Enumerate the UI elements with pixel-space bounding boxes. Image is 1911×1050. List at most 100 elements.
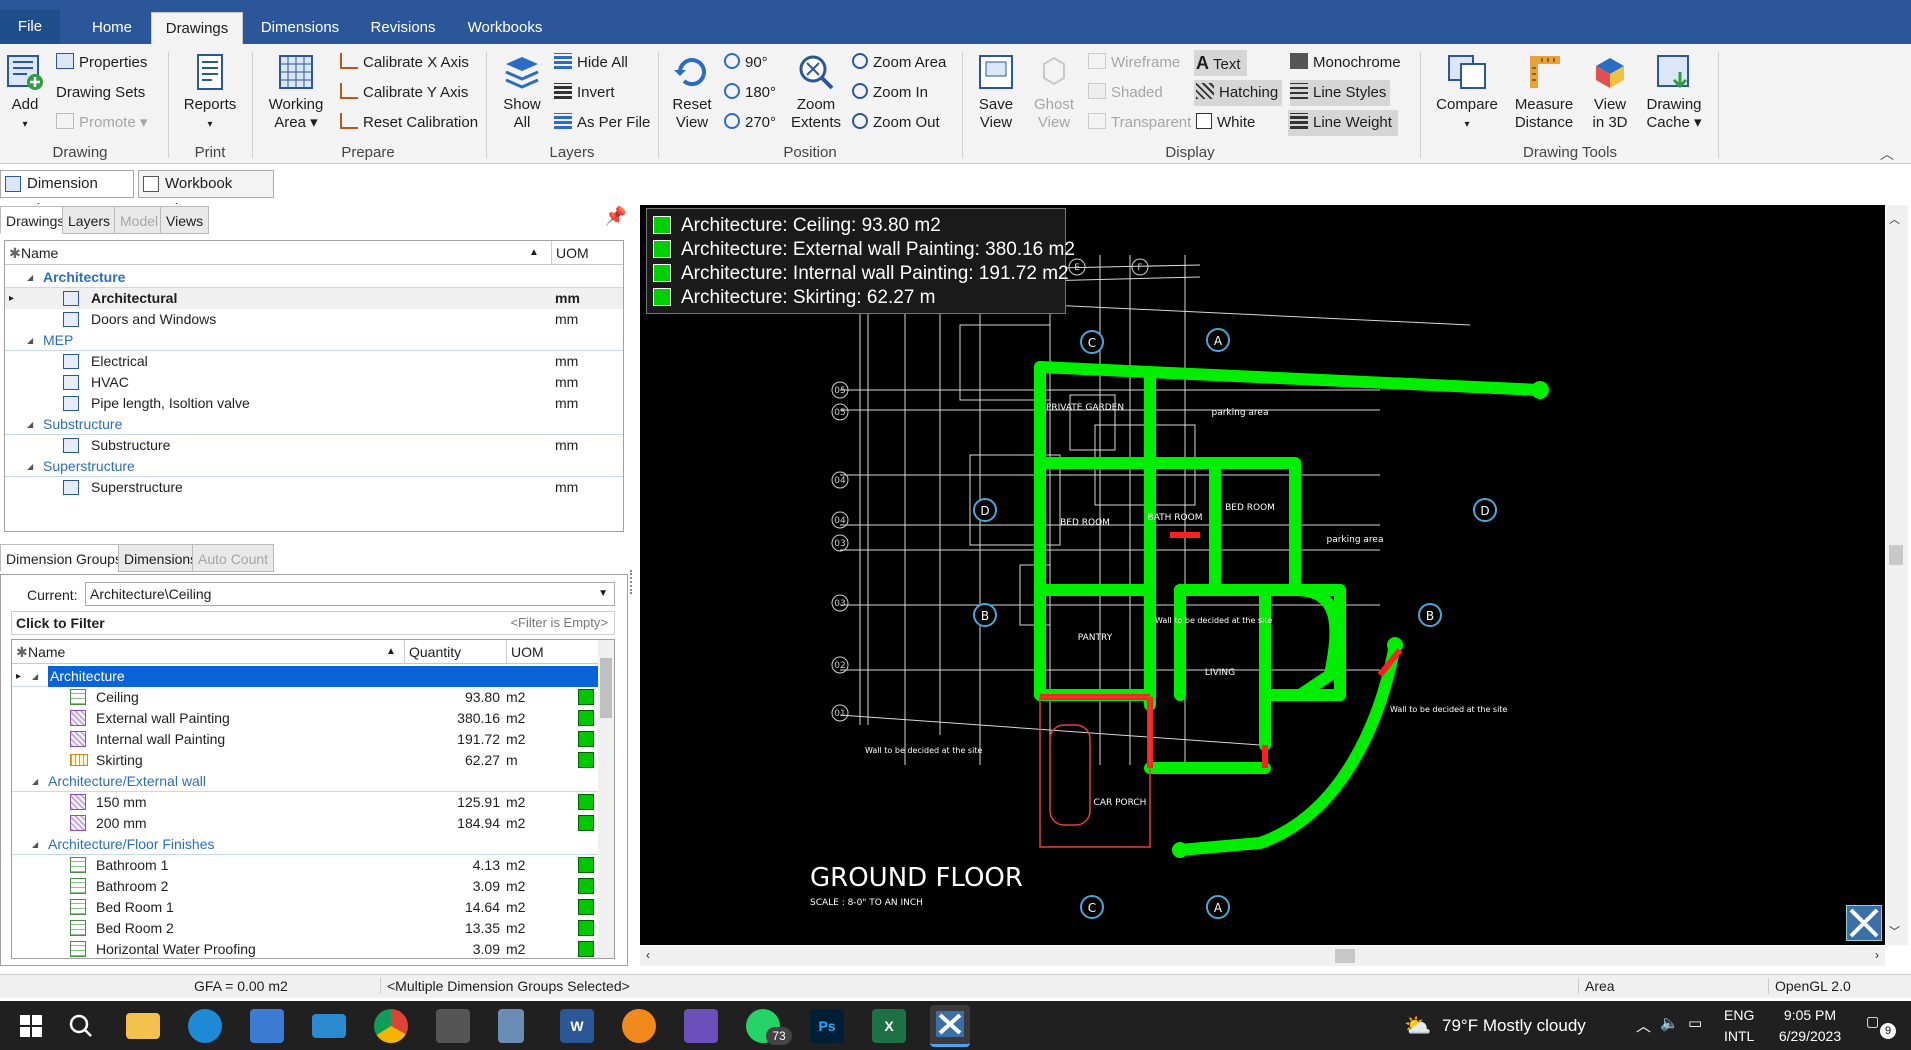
- weather-icon[interactable]: ⛅: [1404, 1013, 1434, 1038]
- scroll-right-icon[interactable]: ›: [1875, 948, 1879, 962]
- language-secondary[interactable]: INTL: [1724, 1028, 1754, 1044]
- compare-button[interactable]: Compare ▾: [1432, 52, 1502, 134]
- drawing-item-row[interactable]: HVAC mm: [5, 372, 623, 393]
- drawing-item-row[interactable]: Substructure mm: [5, 435, 623, 456]
- mail-icon[interactable]: [312, 1014, 346, 1038]
- add-button[interactable]: Add ▾: [2, 52, 48, 134]
- expand-icon[interactable]: ◢: [32, 666, 38, 687]
- splitter-handle[interactable]: [630, 570, 636, 594]
- expand-icon[interactable]: ◢: [32, 834, 38, 855]
- dimension-row[interactable]: 150 mm 125.91 m2: [12, 792, 600, 813]
- dimension-color-swatch[interactable]: [578, 899, 594, 915]
- app-swirl-icon[interactable]: [622, 1009, 656, 1043]
- dimension-group-row[interactable]: ◢ Architecture/Floor Finishes: [12, 834, 600, 855]
- invert-button[interactable]: Invert: [554, 80, 615, 106]
- monochrome-toggle[interactable]: Monochrome: [1290, 50, 1401, 76]
- tab-workbook-view[interactable]: Workbook View: [138, 170, 274, 218]
- dimension-row[interactable]: External wall Painting 380.16 m2: [12, 708, 600, 729]
- promote-button[interactable]: Promote ▾: [56, 110, 147, 136]
- shaded-button[interactable]: Shaded: [1088, 80, 1163, 106]
- scroll-left-icon[interactable]: ‹: [646, 948, 650, 962]
- app-icon[interactable]: [436, 1009, 470, 1043]
- filter-bar[interactable]: Click to Filter <Filter is Empty>: [11, 611, 615, 635]
- dimension-color-swatch[interactable]: [578, 689, 594, 705]
- tab-drawings-list[interactable]: Drawings: [0, 206, 71, 234]
- zoom-area-button[interactable]: Zoom Area: [852, 50, 946, 76]
- dimension-color-swatch[interactable]: [578, 878, 594, 894]
- navigation-cube-icon[interactable]: [1846, 905, 1882, 941]
- dimension-color-swatch[interactable]: [578, 920, 594, 936]
- file-explorer-icon[interactable]: [126, 1013, 160, 1039]
- expand-icon[interactable]: ◢: [27, 456, 33, 477]
- drawing-item-row[interactable]: Pipe length, Isoltion valve mm: [5, 393, 623, 414]
- expand-icon[interactable]: ◢: [27, 267, 33, 288]
- dimension-row[interactable]: Bathroom 1 4.13 m2: [12, 855, 600, 876]
- calibrate-x-button[interactable]: Calibrate X Axis: [340, 50, 469, 76]
- line-weight-toggle[interactable]: Line Weight: [1288, 110, 1398, 136]
- drawing-cache-button[interactable]: Drawing Cache ▾: [1642, 52, 1706, 132]
- dimension-row[interactable]: Horizontal Water Proofing 3.09 m2: [12, 939, 600, 958]
- tab-layers[interactable]: Layers: [62, 206, 117, 234]
- col-uom-header[interactable]: UOM: [551, 241, 589, 265]
- tab-workbooks[interactable]: Workbooks: [458, 12, 552, 44]
- visual-studio-icon[interactable]: [684, 1009, 718, 1043]
- dimension-color-swatch[interactable]: [578, 710, 594, 726]
- canvas-vertical-scrollbar[interactable]: ︿ ﹀: [1886, 205, 1908, 945]
- drawing-category-row[interactable]: ◢ Substructure: [5, 414, 623, 435]
- white-toggle[interactable]: White: [1196, 110, 1255, 136]
- floor-plan-drawing[interactable]: BCDEF 060505040403030201 CADD BBCA: [640, 205, 1885, 945]
- active-app-icon[interactable]: [930, 1005, 970, 1047]
- scrollbar-thumb[interactable]: [1889, 545, 1903, 565]
- file-menu[interactable]: File: [0, 10, 60, 44]
- tab-dimensions-list[interactable]: Dimensions: [118, 544, 204, 572]
- word-icon[interactable]: W: [560, 1009, 594, 1043]
- tab-views[interactable]: Views: [160, 206, 210, 234]
- dimension-row[interactable]: Internal wall Painting 191.72 m2: [12, 729, 600, 750]
- expand-icon[interactable]: ◢: [27, 414, 33, 435]
- language-primary[interactable]: ENG: [1724, 1007, 1754, 1023]
- hatching-toggle[interactable]: Hatching: [1194, 80, 1283, 106]
- view-3d-button[interactable]: View in 3D: [1586, 52, 1634, 132]
- dimension-row[interactable]: Bed Room 1 14.64 m2: [12, 897, 600, 918]
- scroll-down-icon[interactable]: ﹀: [1889, 923, 1900, 939]
- dimension-color-swatch[interactable]: [578, 731, 594, 747]
- show-all-button[interactable]: Show All: [496, 52, 548, 132]
- drawing-category-row[interactable]: ◢ Superstructure: [5, 456, 623, 477]
- tab-revisions[interactable]: Revisions: [360, 12, 446, 44]
- dim-grid-scrollbar[interactable]: [598, 640, 614, 958]
- as-per-file-button[interactable]: As Per File: [554, 110, 650, 136]
- drawing-item-row[interactable]: Electrical mm: [5, 351, 623, 372]
- drawing-item-row[interactable]: Superstructure mm: [5, 477, 623, 498]
- calibrate-y-button[interactable]: Calibrate Y Axis: [340, 80, 468, 106]
- ghost-view-button[interactable]: Ghost View: [1028, 52, 1080, 132]
- line-styles-toggle[interactable]: Line Styles: [1290, 80, 1391, 106]
- col-dim-name-header[interactable]: Name: [28, 640, 65, 664]
- dimension-color-swatch[interactable]: [578, 941, 594, 957]
- rotate-270-button[interactable]: 270°: [724, 110, 776, 136]
- calculator-icon[interactable]: [498, 1009, 524, 1043]
- rotate-90-button[interactable]: 90°: [724, 50, 768, 76]
- col-quantity-header[interactable]: Quantity: [404, 640, 461, 664]
- current-group-dropdown[interactable]: Architecture\Ceiling ▼: [85, 582, 615, 606]
- notifications-icon[interactable]: ▢ 9: [1866, 1013, 1896, 1039]
- chrome-icon[interactable]: [374, 1009, 408, 1043]
- volume-icon[interactable]: 🔈: [1660, 1014, 1679, 1032]
- tab-dimension-view[interactable]: Dimension View: [0, 170, 134, 218]
- tab-home[interactable]: Home: [78, 12, 146, 44]
- search-icon[interactable]: [64, 1009, 98, 1043]
- dimension-color-swatch[interactable]: [578, 857, 594, 873]
- collapse-ribbon-icon[interactable]: ︿: [1880, 144, 1894, 164]
- scrollbar-thumb[interactable]: [1335, 949, 1355, 963]
- store-icon[interactable]: [250, 1009, 284, 1043]
- dimension-color-swatch[interactable]: [578, 794, 594, 810]
- expand-icon[interactable]: ◢: [32, 771, 38, 792]
- edge-browser-icon[interactable]: [188, 1009, 222, 1043]
- canvas-horizontal-scrollbar[interactable]: ‹ ›: [640, 946, 1885, 966]
- dimension-row[interactable]: Bed Room 2 13.35 m2: [12, 918, 600, 939]
- hide-all-button[interactable]: Hide All: [554, 50, 628, 76]
- dimension-group-row[interactable]: ◢ Architecture/External wall: [12, 771, 600, 792]
- photoshop-icon[interactable]: Ps: [810, 1009, 844, 1043]
- reset-calibration-button[interactable]: Reset Calibration: [340, 110, 478, 136]
- drawing-category-row[interactable]: ◢ Architecture: [5, 267, 623, 288]
- dimension-row[interactable]: Ceiling 93.80 m2: [12, 687, 600, 708]
